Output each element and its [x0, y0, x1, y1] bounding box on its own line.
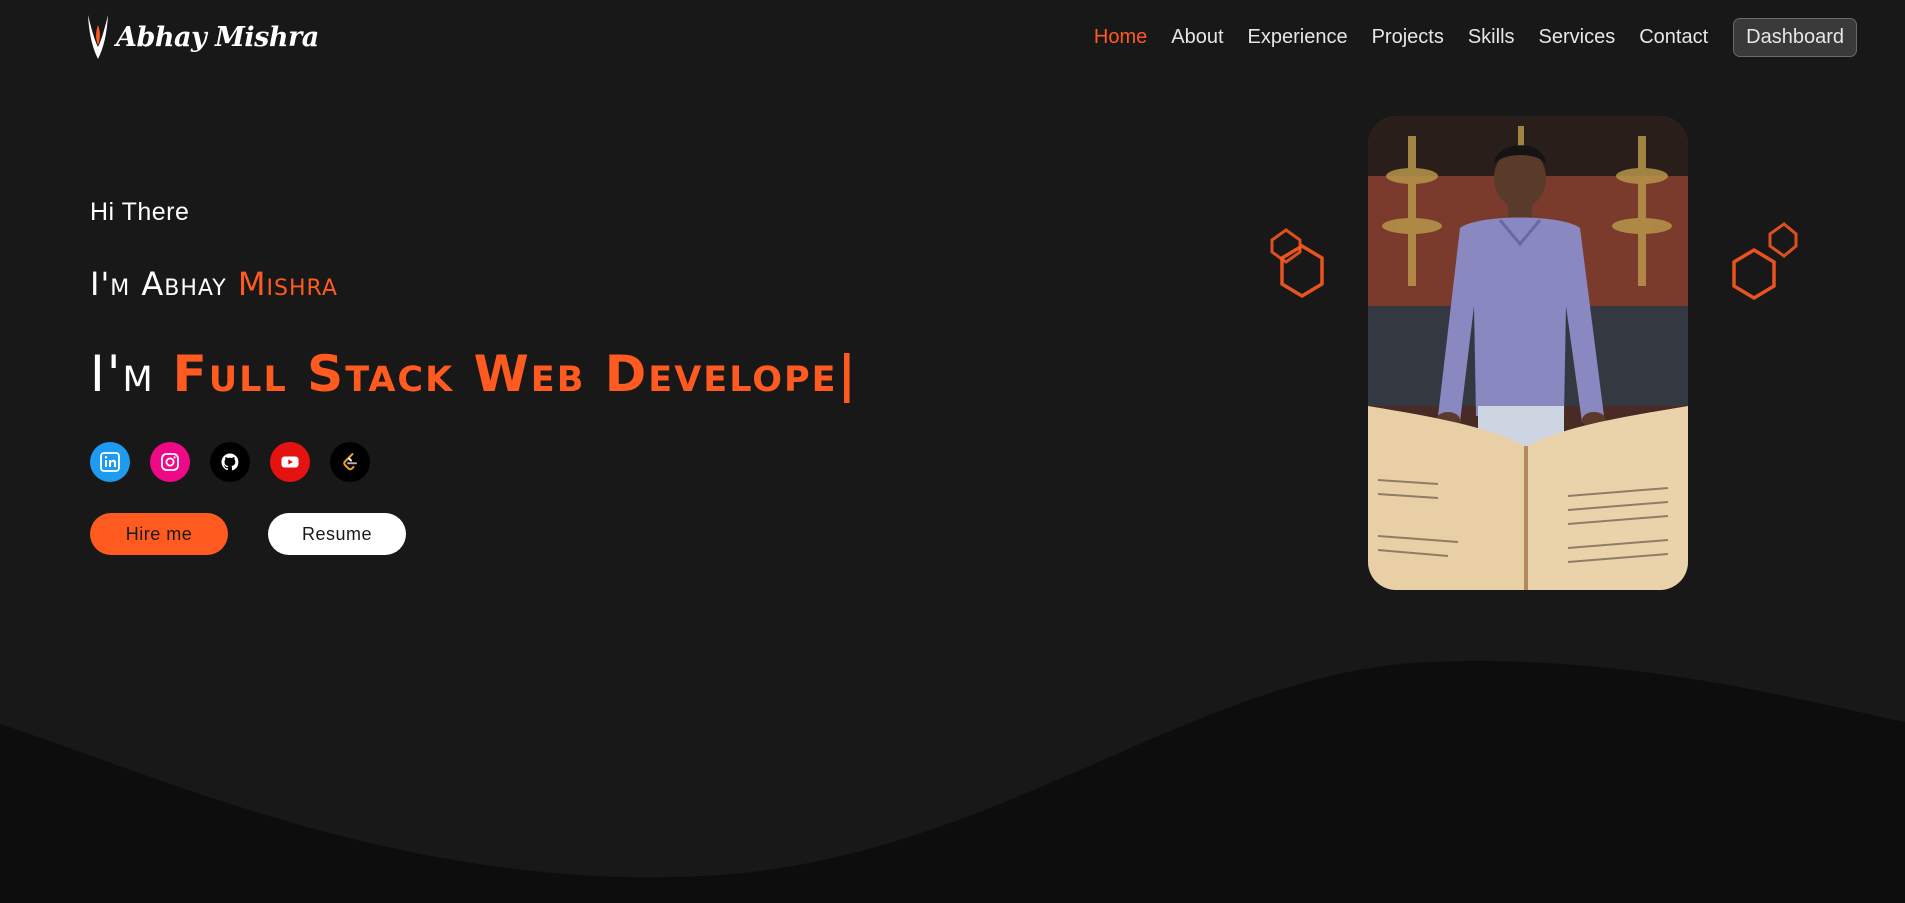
nav-links: Home About Experience Projects Skills Se… — [1070, 18, 1857, 57]
leetcode-link[interactable] — [330, 442, 370, 482]
background-wave — [0, 660, 1905, 903]
instagram-link[interactable] — [150, 442, 190, 482]
linkedin-icon — [100, 452, 120, 472]
decorative-hexagon-right — [1732, 222, 1798, 301]
intro-heading: I'm Abhay Mishra — [90, 265, 338, 303]
role-prefix: I'm — [90, 345, 173, 403]
dashboard-button[interactable]: Dashboard — [1733, 18, 1857, 57]
profile-photo — [1368, 116, 1688, 590]
youtube-icon — [281, 456, 299, 468]
nav-link-about[interactable]: About — [1171, 26, 1223, 49]
hire-me-button[interactable]: Hire me — [90, 513, 228, 555]
tilak-logo-icon — [88, 15, 108, 59]
nav-link-home[interactable]: Home — [1094, 26, 1147, 49]
nav-link-contact[interactable]: Contact — [1639, 26, 1708, 49]
role-heading: I'm Full Stack Web Develope| — [90, 345, 858, 403]
nav-link-skills[interactable]: Skills — [1468, 26, 1515, 49]
navbar: Abhay Mishra Home About Experience Proje… — [0, 0, 1905, 76]
intro-first-name: Abhay — [141, 265, 238, 303]
brand-logo[interactable]: Abhay Mishra — [86, 12, 319, 62]
github-icon — [221, 453, 239, 471]
intro-prefix: I'm — [90, 265, 142, 303]
leetcode-icon — [343, 453, 357, 471]
intro-last-name: Mishra — [237, 265, 338, 303]
linkedin-link[interactable] — [90, 442, 130, 482]
youtube-link[interactable] — [270, 442, 310, 482]
instagram-icon — [161, 453, 179, 471]
decorative-hexagon-left — [1270, 228, 1324, 299]
role-typewriter-text: Full Stack Web Develope| — [172, 345, 858, 403]
nav-link-experience[interactable]: Experience — [1248, 26, 1348, 49]
profile-photo-illustration — [1368, 116, 1688, 590]
nav-link-projects[interactable]: Projects — [1372, 26, 1444, 49]
social-links — [90, 442, 390, 482]
greeting-text: Hi There — [90, 198, 190, 226]
resume-button[interactable]: Resume — [268, 513, 406, 555]
nav-link-services[interactable]: Services — [1539, 26, 1616, 49]
brand-name: Abhay Mishra — [116, 21, 319, 53]
github-link[interactable] — [210, 442, 250, 482]
